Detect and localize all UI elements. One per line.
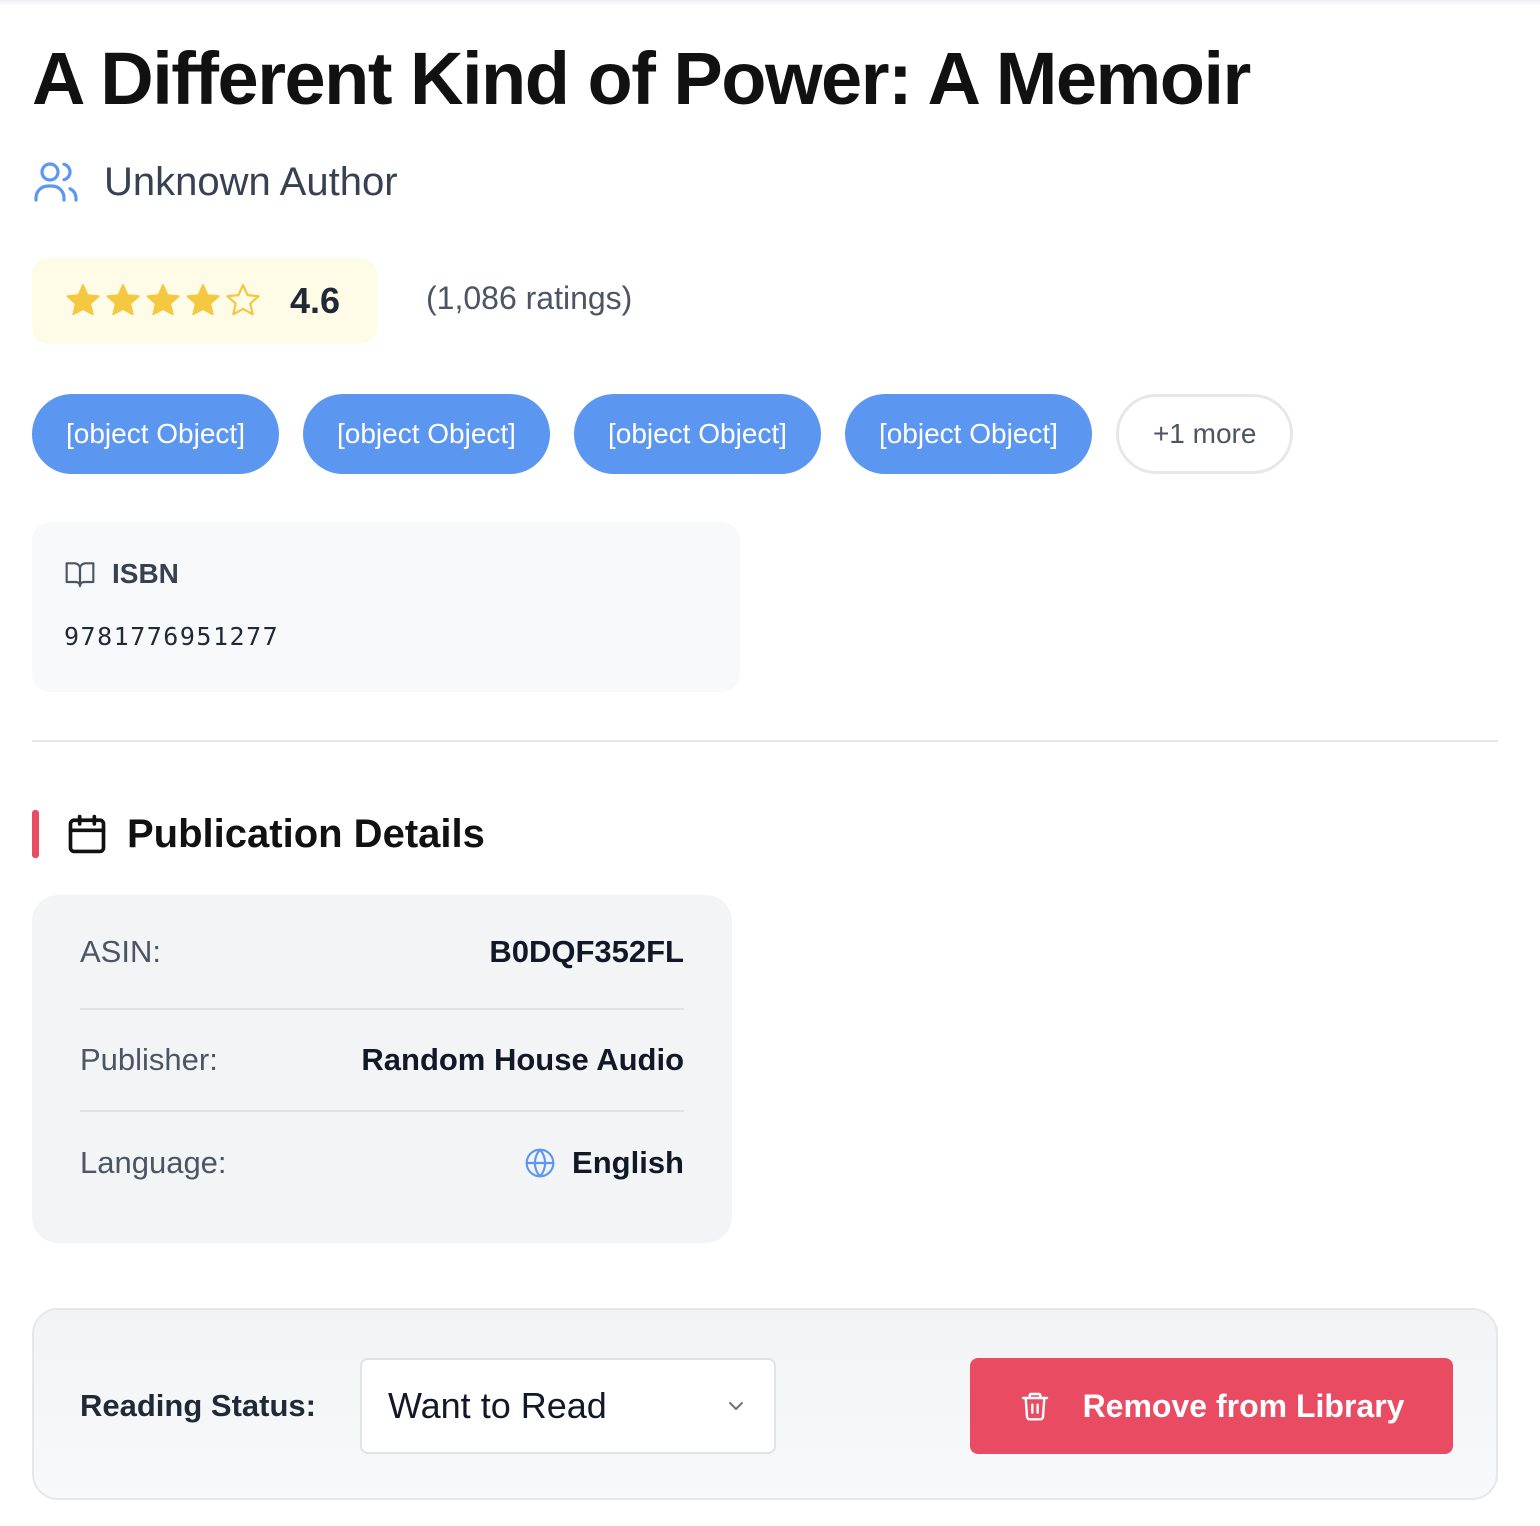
detail-row-publisher: Publisher: Random House Audio <box>80 1010 684 1112</box>
star-rating <box>64 282 264 320</box>
isbn-card: ISBN 9781776951277 <box>32 522 740 692</box>
top-shadow <box>0 0 1540 6</box>
chevron-down-icon <box>729 1402 743 1410</box>
isbn-header: ISBN <box>64 558 179 590</box>
users-icon <box>34 162 78 202</box>
author-row: Unknown Author <box>32 156 398 208</box>
more-tags-button[interactable]: +1 more <box>1115 394 1294 474</box>
author-name[interactable]: Unknown Author <box>104 160 398 205</box>
detail-value: B0DQF352FL <box>489 933 684 969</box>
reading-status-bar: Reading Status: Want to Read Remove from… <box>32 1308 1498 1500</box>
detail-row-asin: ASIN: B0DQF352FL <box>80 895 684 1010</box>
detail-value-language: English <box>524 1145 684 1181</box>
isbn-label: ISBN <box>112 558 179 589</box>
detail-value: Random House Audio <box>361 1042 684 1077</box>
genre-tags: [object Object] [object Object] [object … <box>32 394 1317 474</box>
rating-value: 4.6 <box>290 280 341 321</box>
genre-tag[interactable]: [object Object] <box>32 394 279 474</box>
star-filled-icon <box>106 284 140 316</box>
star-filled-icon <box>146 284 180 316</box>
section-divider <box>32 740 1498 742</box>
star-filled-icon <box>186 284 220 316</box>
genre-tag[interactable]: [object Object] <box>302 394 550 474</box>
calendar-icon <box>68 814 106 854</box>
publication-details-card: ASIN: B0DQF352FL Publisher: Random House… <box>32 895 732 1243</box>
remove-button-label: Remove from Library <box>1082 1387 1405 1424</box>
open-book-icon <box>65 562 95 588</box>
trash-icon <box>1021 1392 1048 1421</box>
detail-label: Language: <box>80 1145 227 1180</box>
detail-label: Publisher: <box>80 1042 218 1077</box>
genre-tag[interactable]: [object Object] <box>573 394 821 474</box>
rating-count: (1,086 ratings) <box>426 280 633 316</box>
publication-details-header: Publication Details <box>32 808 485 860</box>
book-detail-page: A Different Kind of Power: A Memoir Unkn… <box>0 0 1540 1526</box>
reading-status-value: Want to Read <box>388 1385 607 1426</box>
detail-row-language: Language: English <box>80 1112 684 1214</box>
section-title: Publication Details <box>127 811 485 856</box>
book-title: A Different Kind of Power: A Memoir <box>32 37 1251 120</box>
globe-icon <box>525 1148 555 1178</box>
language-value: English <box>572 1145 684 1180</box>
detail-label: ASIN: <box>80 933 161 969</box>
remove-from-library-button[interactable]: Remove from Library <box>970 1358 1453 1454</box>
star-empty-icon <box>226 284 260 316</box>
star-filled-icon <box>66 284 100 316</box>
rating-box: 4.6 <box>32 258 377 344</box>
reading-status-label: Reading Status: <box>80 1388 316 1423</box>
genre-tag[interactable]: [object Object] <box>844 394 1092 474</box>
reading-status-select[interactable]: Want to Read <box>360 1358 776 1454</box>
isbn-value: 9781776951277 <box>64 622 280 651</box>
section-accent-bar <box>32 810 39 858</box>
